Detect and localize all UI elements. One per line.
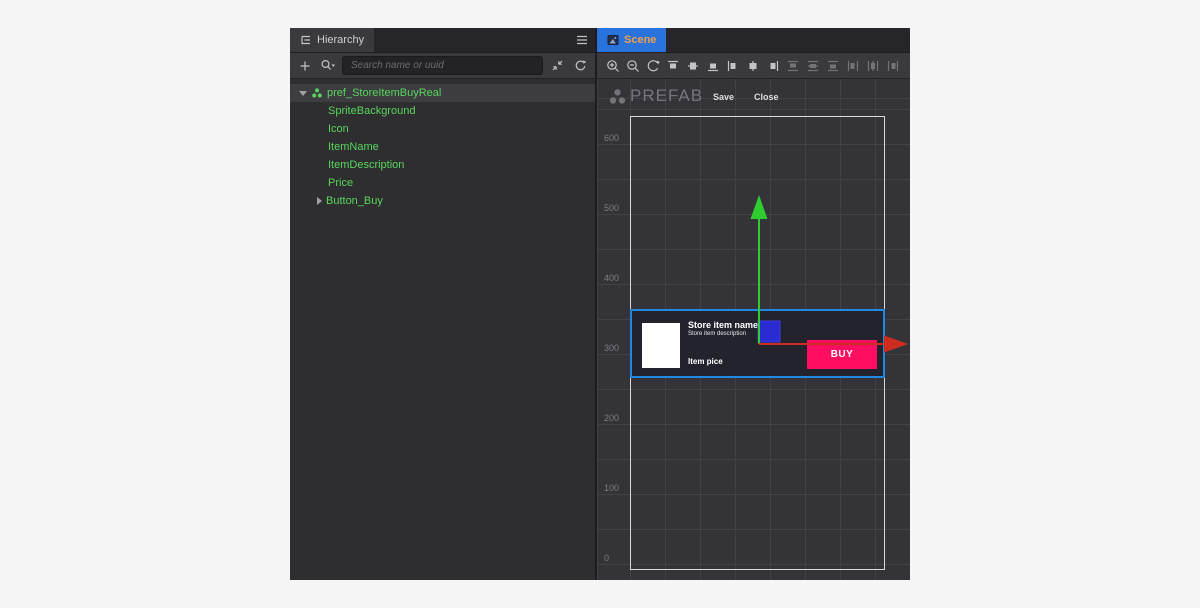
tree-node[interactable]: ItemDescription (290, 156, 595, 174)
hierarchy-tabbar-spacer (374, 28, 569, 52)
ruler-label: 500 (604, 203, 620, 213)
tree-node[interactable]: Icon (290, 120, 595, 138)
hamburger-menu-icon[interactable] (569, 28, 595, 52)
tree-node[interactable]: Button_Buy (290, 192, 595, 210)
close-button[interactable]: Close (750, 90, 783, 104)
hierarchy-tree: pref_StoreItemBuyReal SpriteBackground I… (290, 79, 595, 580)
item-description-text[interactable]: Store item description (688, 331, 746, 337)
zoom-in-icon[interactable] (603, 53, 623, 78)
tree-node-label: Price (328, 177, 354, 189)
scene-panel: Scene 600 500 400 300 200 100 0 PREFAB S… (595, 28, 910, 580)
ruler-label: 100 (604, 483, 620, 493)
align-bottom-icon[interactable] (703, 53, 723, 78)
tab-hierarchy[interactable]: Hierarchy (290, 28, 375, 52)
prefab-edit-header: PREFAB Save Close (597, 79, 910, 113)
prefab-icon (608, 87, 627, 106)
collapse-all-icon[interactable] (548, 57, 566, 75)
tree-node-label: Button_Buy (326, 195, 383, 207)
refresh-icon[interactable] (571, 57, 589, 75)
tab-scene[interactable]: Scene (597, 28, 667, 52)
align-left-icon[interactable] (723, 53, 743, 78)
align-vertical-center-icon[interactable] (683, 53, 703, 78)
ruler-label: 300 (604, 343, 620, 353)
hierarchy-tabbar: Hierarchy (290, 28, 595, 53)
ruler-label: 200 (604, 413, 620, 423)
distribute-bottom-icon (823, 53, 843, 78)
scene-tabbar-spacer (666, 28, 910, 52)
hierarchy-tab-label: Hierarchy (317, 34, 365, 46)
tree-node-root[interactable]: pref_StoreItemBuyReal (290, 84, 595, 102)
distribute-right-icon (883, 53, 903, 78)
store-item-node[interactable]: Store item name Store item description I… (630, 309, 885, 378)
tree-node-label: Icon (328, 123, 349, 135)
distribute-left-icon (843, 53, 863, 78)
tree-node-label: ItemName (328, 141, 379, 153)
ruler-label: 600 (604, 133, 620, 143)
tree-node[interactable]: ItemName (290, 138, 595, 156)
caret-right-icon[interactable] (317, 197, 322, 205)
editor-window: Hierarchy Search name or uuid pref_Store… (290, 28, 910, 580)
ruler-label: 400 (604, 273, 620, 283)
tree-node-label: ItemDescription (328, 159, 405, 171)
item-price-text[interactable]: Item pice (688, 357, 723, 366)
search-filter-button[interactable] (319, 57, 337, 75)
prefab-badge: PREFAB (630, 86, 704, 105)
scene-viewport[interactable]: 600 500 400 300 200 100 0 PREFAB Save Cl… (597, 79, 910, 580)
save-button[interactable]: Save (709, 90, 738, 104)
scene-tab-label: Scene (624, 34, 657, 46)
tree-node[interactable]: Price (290, 174, 595, 192)
tree-node-label: SpriteBackground (328, 105, 416, 117)
ruler-label: 0 (604, 553, 610, 563)
align-right-icon[interactable] (763, 53, 783, 78)
hierarchy-panel: Hierarchy Search name or uuid pref_Store… (290, 28, 595, 580)
scene-toolbar (597, 53, 910, 79)
add-node-button[interactable] (296, 57, 314, 75)
distribute-top-icon (783, 53, 803, 78)
align-horizontal-center-icon[interactable] (743, 53, 763, 78)
prefab-icon (311, 87, 323, 99)
caret-down-icon[interactable] (299, 90, 307, 96)
image-icon (607, 34, 619, 46)
buy-button[interactable]: BUY (807, 340, 877, 369)
zoom-out-icon[interactable] (623, 53, 643, 78)
hierarchy-icon (300, 34, 312, 46)
reset-view-icon[interactable] (643, 53, 663, 78)
search-input[interactable] (342, 56, 543, 75)
tree-node-label: pref_StoreItemBuyReal (327, 87, 442, 99)
align-top-icon[interactable] (663, 53, 683, 78)
item-name-text[interactable]: Store item name (688, 320, 758, 330)
item-icon-sprite[interactable] (642, 323, 680, 368)
distribute-vertical-center-icon (803, 53, 823, 78)
scene-tabbar: Scene (597, 28, 910, 53)
tree-node[interactable]: SpriteBackground (290, 102, 595, 120)
distribute-horizontal-center-icon (863, 53, 883, 78)
hierarchy-toolbar (290, 53, 595, 79)
